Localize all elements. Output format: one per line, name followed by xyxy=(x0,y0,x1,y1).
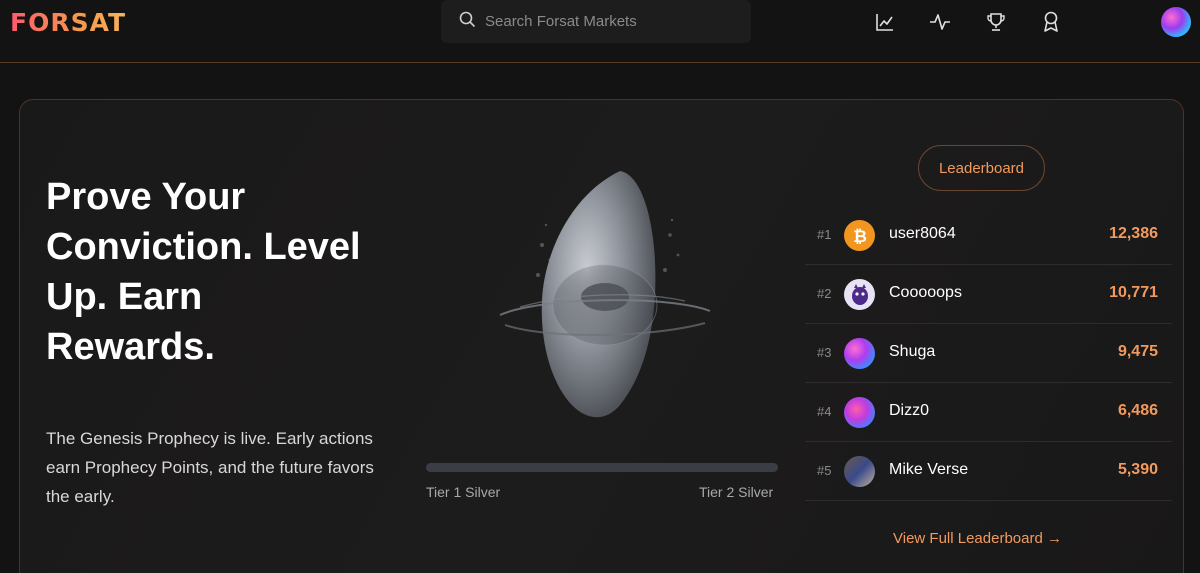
award-icon[interactable] xyxy=(1040,11,1062,33)
tier-progress-bar xyxy=(426,463,778,472)
search-bar[interactable] xyxy=(441,0,751,43)
username: user8064 xyxy=(889,225,956,242)
rank-label: #4 xyxy=(817,404,832,419)
svg-text:₿: ₿ xyxy=(853,227,867,246)
bitcoin-icon: ₿ xyxy=(844,220,875,251)
score: 9,475 xyxy=(1117,343,1158,360)
gradient-orb-avatar xyxy=(844,338,875,369)
forsat-logo[interactable]: FORSAT xyxy=(10,8,126,37)
photo-avatar xyxy=(844,456,875,487)
purple-creature-avatar xyxy=(844,279,875,310)
gradient-orb-avatar xyxy=(844,397,875,428)
rank-label: #2 xyxy=(817,286,832,301)
rank-label: #1 xyxy=(817,227,832,242)
top-header: FORSAT xyxy=(0,0,1200,63)
rank-label: #3 xyxy=(817,345,832,360)
score: 5,390 xyxy=(1117,461,1158,478)
rank-label: #5 xyxy=(817,463,832,478)
hero-description: The Genesis Prophecy is live. Early acti… xyxy=(46,429,374,506)
search-input[interactable] xyxy=(485,13,735,30)
tier-start-label: Tier 1 Silver xyxy=(426,484,501,500)
view-full-leaderboard-link[interactable]: View Full Leaderboard → xyxy=(893,530,1062,547)
user-avatar[interactable] xyxy=(1161,7,1191,37)
leaderboard-row[interactable]: #4 Dizz0 6,486 xyxy=(805,383,1172,442)
username: Dizz0 xyxy=(889,402,930,419)
hero-title: Prove Your Conviction. Level Up. Earn Re… xyxy=(46,176,361,368)
score: 12,386 xyxy=(1109,225,1158,242)
crystal-illustration xyxy=(480,165,720,435)
leaderboard-row[interactable]: #3 Shuga 9,475 xyxy=(805,324,1172,383)
username: Shuga xyxy=(889,343,936,360)
chart-line-icon[interactable] xyxy=(874,11,896,33)
search-icon xyxy=(459,11,475,32)
leaderboard-row[interactable]: #2 Cooooops 10,771 xyxy=(805,265,1172,324)
score: 6,486 xyxy=(1117,402,1158,419)
activity-icon[interactable] xyxy=(929,11,951,33)
score: 10,771 xyxy=(1109,284,1158,301)
leaderboard-row[interactable]: #5 Mike Verse 5,390 xyxy=(805,442,1172,501)
username: Mike Verse xyxy=(889,461,969,478)
leaderboard-button[interactable]: Leaderboard xyxy=(918,145,1045,191)
leaderboard-row[interactable]: #1 ₿ user8064 12,386 xyxy=(805,206,1172,265)
tier-end-label: Tier 2 Silver xyxy=(699,484,774,500)
username: Cooooops xyxy=(889,284,962,301)
leaderboard-list: #1 ₿ user8064 12,386 #2 Cooooops 10,771 … xyxy=(805,206,1172,501)
trophy-icon[interactable] xyxy=(985,11,1007,33)
